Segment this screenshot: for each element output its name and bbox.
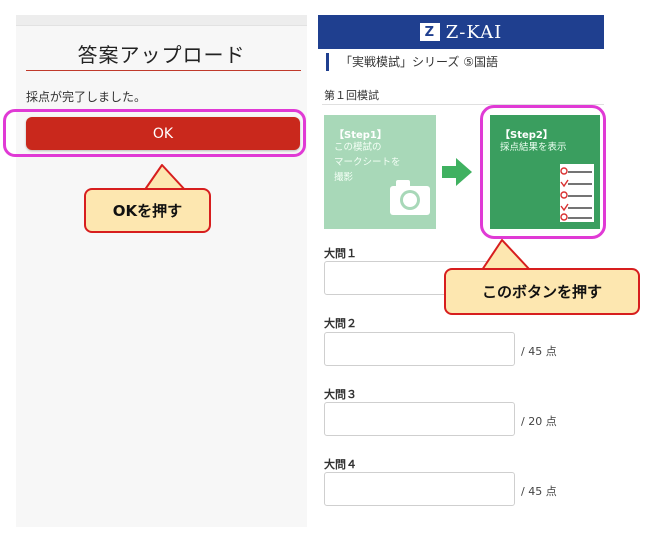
brand-name: Z-KAI xyxy=(445,21,503,43)
brand-logo-icon: Z xyxy=(419,23,440,41)
exam-label: 第１回模試 xyxy=(324,89,379,102)
section-2-label: 大問２ xyxy=(324,317,357,330)
callout-tail xyxy=(481,239,531,272)
title-divider xyxy=(26,70,301,71)
section-3-label: 大問３ xyxy=(324,388,357,401)
section-2-score-input[interactable] xyxy=(324,332,515,366)
completion-message: 採点が完了しました。 xyxy=(26,90,147,104)
section-3-score-input[interactable] xyxy=(324,402,515,436)
step2-title: 【Step2】 xyxy=(500,130,553,141)
upload-screen: 答案アップロード 採点が完了しました。 xyxy=(16,15,307,527)
callout-press-ok: OKを押す xyxy=(84,188,211,233)
step2-description: 採点結果を表示 xyxy=(500,142,567,153)
page-title: 答案アップロード xyxy=(77,43,246,67)
section-3-max-score: / 20 点 xyxy=(521,415,557,428)
section-2-max-score: / 45 点 xyxy=(521,345,557,358)
section-1-label: 大問１ xyxy=(324,247,357,260)
step1-camera-button[interactable]: 【Step1】 この模試の マークシートを 撮影 xyxy=(324,115,436,229)
checklist-icon xyxy=(560,164,594,222)
section-4-score-input[interactable] xyxy=(324,472,515,506)
section-4-max-score: / 45 点 xyxy=(521,485,557,498)
series-title: 「実戦模試」シリーズ ⑤国語 xyxy=(326,53,498,71)
status-bar xyxy=(16,15,307,26)
camera-icon xyxy=(390,180,430,215)
ok-button[interactable]: OK xyxy=(26,117,300,150)
step1-title: 【Step1】 xyxy=(334,130,387,141)
arrow-right-icon xyxy=(442,158,472,186)
callout-press-button: このボタンを押す xyxy=(444,268,640,315)
step2-results-button[interactable]: 【Step2】 採点結果を表示 xyxy=(490,115,600,229)
brand-header: Z Z-KAI xyxy=(318,15,604,49)
section-4-label: 大問４ xyxy=(324,458,357,471)
